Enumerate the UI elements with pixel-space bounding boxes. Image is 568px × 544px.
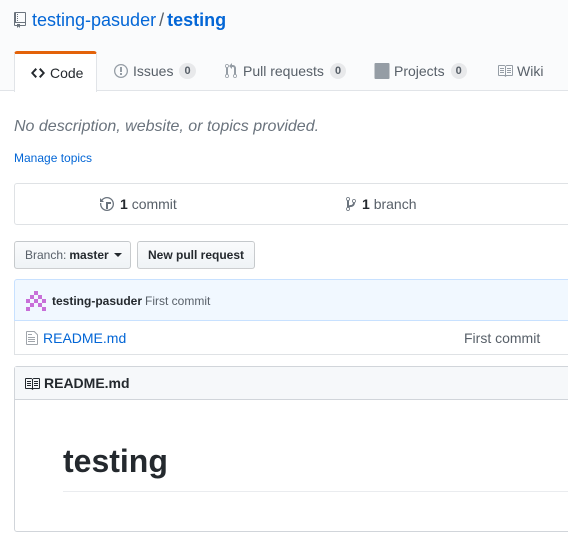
repo-icon	[13, 12, 27, 28]
commits-link[interactable]: 1 commit	[100, 196, 177, 212]
readme-heading: testing	[63, 443, 168, 479]
book-icon	[24, 376, 40, 392]
new-pull-request-button[interactable]: New pull request	[137, 241, 255, 269]
readme-title: README.md	[44, 375, 130, 391]
tab-pull-requests[interactable]: Pull requests 0	[223, 51, 347, 91]
tab-label: Wiki	[517, 63, 544, 79]
projects-counter: 0	[450, 63, 467, 79]
branches-label: branch	[373, 196, 417, 212]
commit-author-link[interactable]: testing-pasuder	[52, 294, 142, 308]
repo-title: testing-pasuder / testing	[13, 10, 226, 31]
file-name-link[interactable]: README.md	[43, 330, 126, 346]
tab-wiki[interactable]: Wiki	[497, 51, 543, 91]
repo-description: No description, website, or topics provi…	[14, 118, 320, 135]
file-commit-link[interactable]: First commit	[464, 330, 540, 346]
tab-label: Code	[50, 65, 84, 81]
commit-message-link[interactable]: First commit	[145, 294, 210, 308]
manage-topics-link[interactable]: Manage topics	[14, 151, 92, 165]
heading-divider	[63, 491, 568, 492]
pull-requests-counter: 0	[329, 63, 347, 79]
project-icon	[374, 63, 390, 79]
repo-owner-link[interactable]: testing-pasuder	[32, 10, 156, 30]
branches-link[interactable]: 1 branch	[346, 196, 417, 212]
code-icon	[30, 65, 46, 81]
tab-label: Issues	[133, 63, 174, 79]
issue-opened-icon	[113, 63, 129, 79]
history-icon	[100, 196, 114, 212]
commits-count: 1	[120, 196, 128, 212]
tab-label: Pull requests	[243, 63, 324, 79]
tab-code[interactable]: Code	[14, 51, 97, 92]
avatar[interactable]	[26, 291, 46, 311]
tab-label: Projects	[394, 63, 445, 79]
repo-separator: /	[159, 10, 165, 30]
git-pull-request-icon	[223, 63, 239, 79]
readme-header: README.md	[15, 367, 568, 400]
repo-summary: 1 commit 1 branch	[14, 183, 568, 225]
branches-count: 1	[362, 196, 370, 212]
book-icon	[497, 63, 513, 79]
table-row: README.md First commit	[14, 321, 568, 355]
readme-box: README.md testing	[14, 366, 568, 532]
caret-down-icon	[113, 253, 122, 257]
branch-select-button[interactable]: Branch: master	[14, 241, 131, 269]
issues-counter: 0	[179, 63, 196, 79]
git-branch-icon	[346, 196, 356, 212]
branch-name: master	[69, 248, 109, 262]
tab-issues[interactable]: Issues 0	[113, 51, 196, 91]
commits-label: commit	[131, 196, 177, 212]
repo-name-link[interactable]: testing	[167, 10, 226, 30]
branch-prefix: Branch:	[25, 248, 67, 262]
repo-header: testing-pasuder / testing Code Issues 0 Pul…	[0, 0, 568, 92]
file-text-icon	[25, 330, 39, 346]
tab-projects[interactable]: Projects 0	[374, 51, 467, 91]
latest-commit-bar: testing-pasuder First commit	[14, 279, 568, 321]
